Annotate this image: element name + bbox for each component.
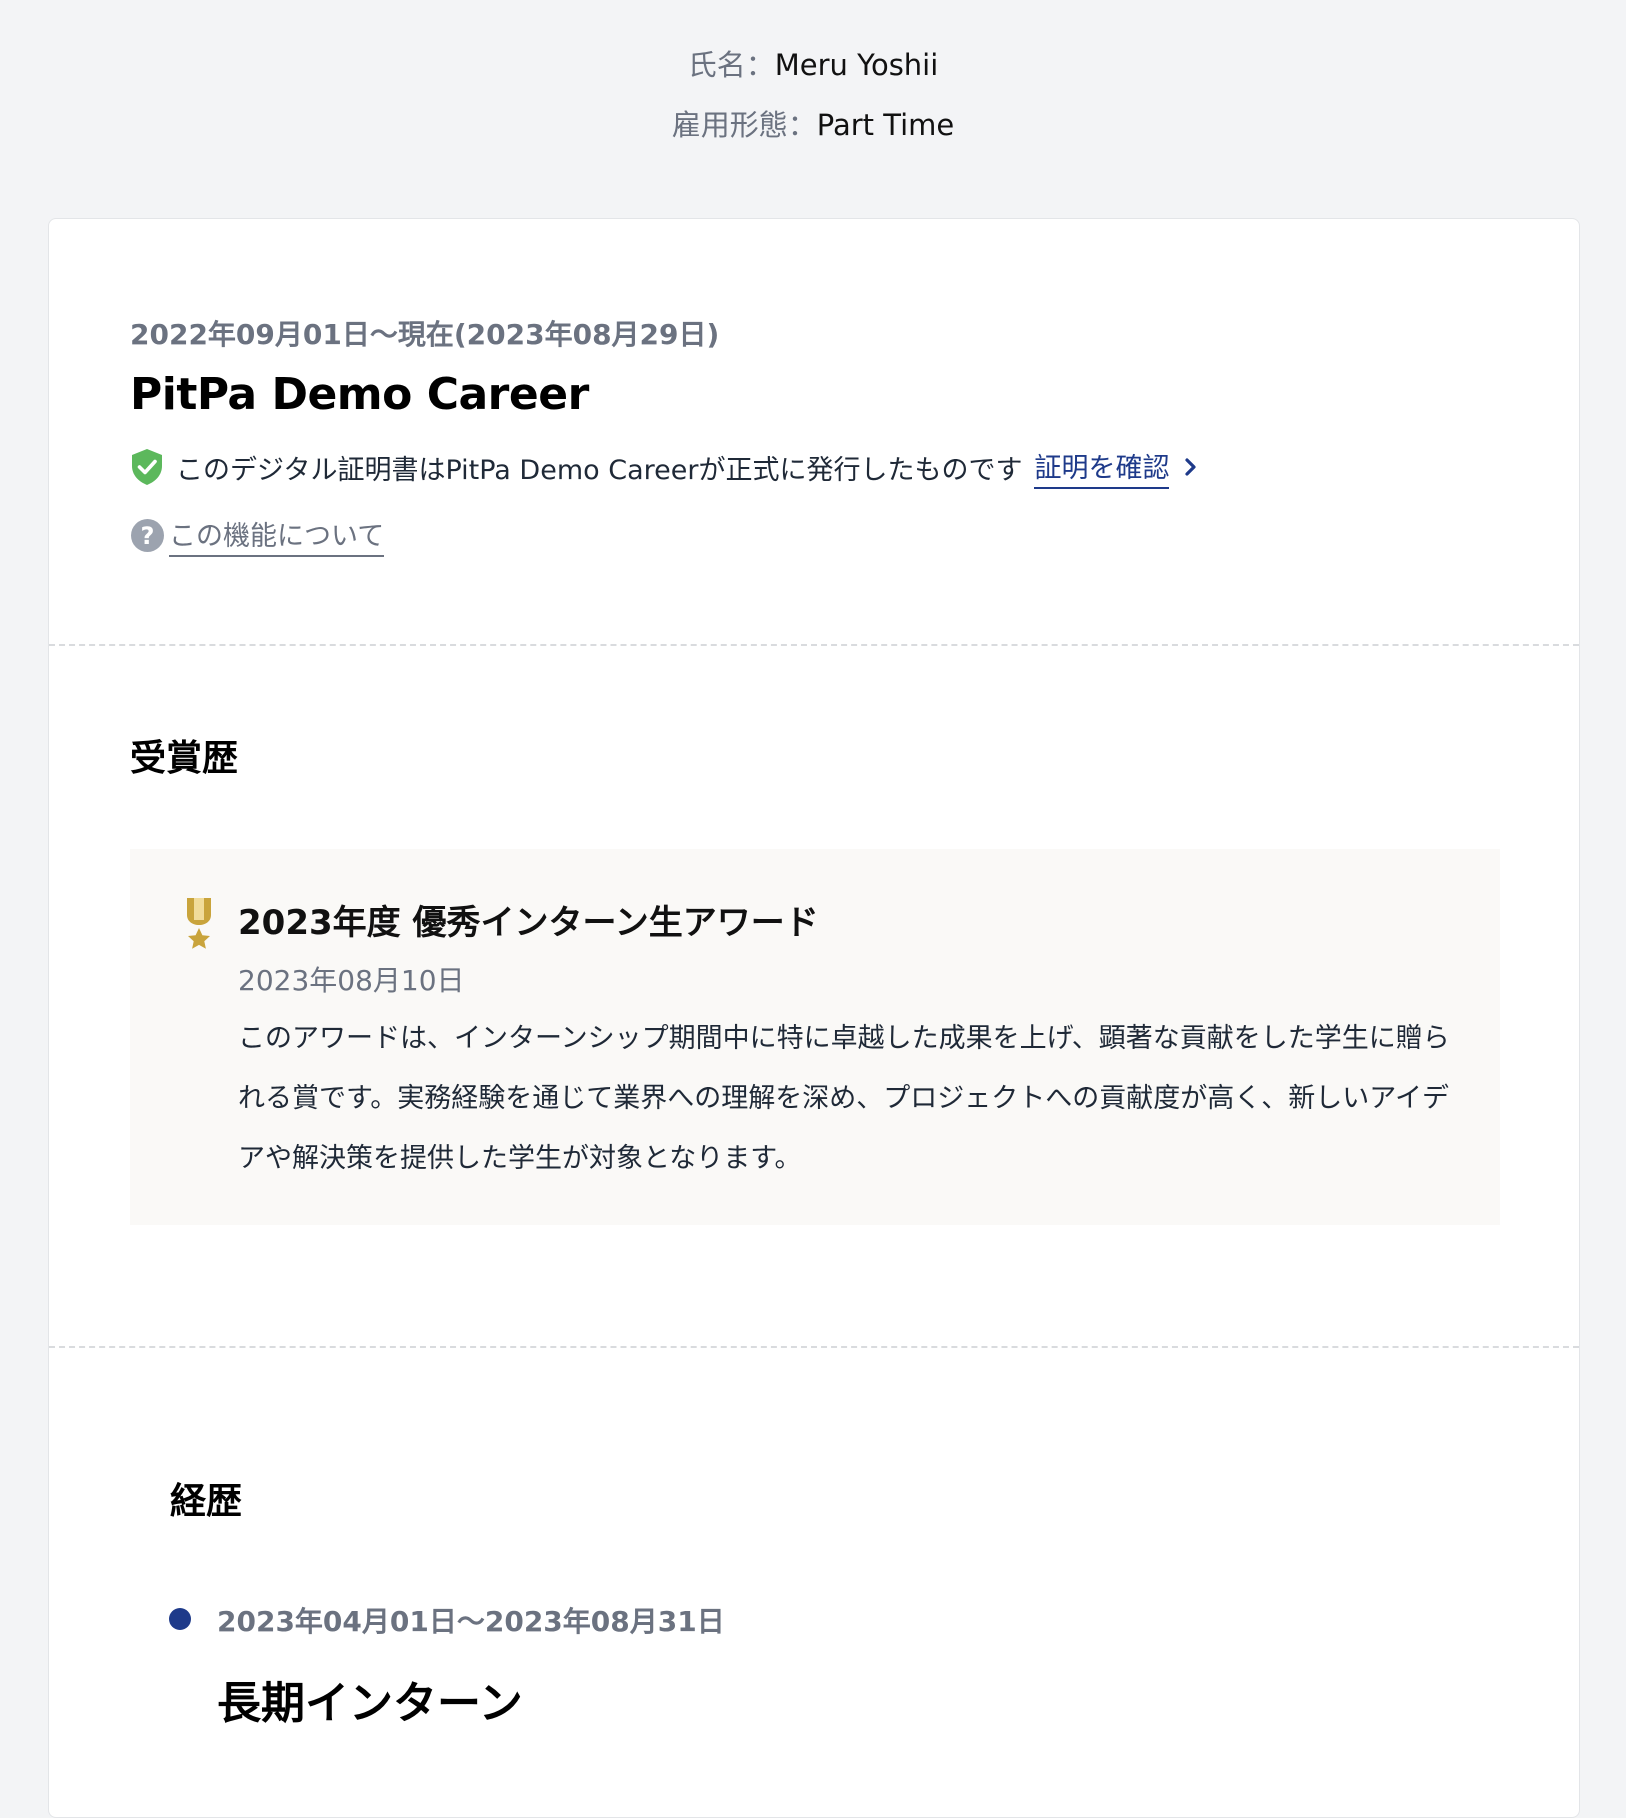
career-heading: 経歴 bbox=[170, 1481, 243, 1522]
award-date: 2023年08月10日 bbox=[238, 964, 465, 997]
profile-employment-row: 雇用形態：Part Time bbox=[0, 108, 1626, 142]
award-description: このアワードは、インターンシップ期間中に特に卓越した成果を上げ、顕著な貢献をした… bbox=[238, 1023, 1450, 1174]
award-title: 2023年度 優秀インターン生アワード bbox=[238, 903, 819, 943]
chevron-right-icon[interactable] bbox=[1183, 456, 1199, 478]
name-value: Meru Yoshii bbox=[774, 48, 939, 82]
awards-heading: 受賞歴 bbox=[130, 738, 239, 779]
timeline-dot-icon bbox=[169, 1608, 191, 1630]
verification-text: このデジタル証明書はPitPa Demo Careerが正式に発行したものです bbox=[176, 454, 1023, 486]
about-feature-link[interactable]: この機能について bbox=[169, 514, 385, 557]
verification-row: このデジタル証明書はPitPa Demo Careerが正式に発行したものです … bbox=[130, 446, 1199, 489]
award-item: 2023年度 優秀インターン生アワード 2023年08月10日 このアワードは、… bbox=[130, 849, 1500, 1225]
medal-icon bbox=[184, 897, 214, 949]
profile-name-row: 氏名：Meru Yoshii bbox=[0, 48, 1626, 82]
question-circle-icon: ? bbox=[130, 518, 165, 553]
shield-check-icon bbox=[130, 448, 164, 486]
section-divider bbox=[49, 644, 1579, 646]
company-name: PitPa Demo Career bbox=[130, 369, 589, 420]
section-divider bbox=[49, 1346, 1579, 1348]
career-title: 長期インターン bbox=[217, 1678, 523, 1729]
career-period: 2023年04月01日〜2023年08月31日 bbox=[217, 1605, 725, 1638]
employment-label: 雇用形態： bbox=[671, 108, 817, 142]
verify-certificate-link[interactable]: 証明を確認 bbox=[1034, 446, 1170, 489]
profile-header: 氏名：Meru Yoshii 雇用形態：Part Time bbox=[0, 48, 1626, 168]
svg-text:?: ? bbox=[141, 522, 155, 550]
certificate-period: 2022年09月01日〜現在(2023年08月29日) bbox=[130, 318, 720, 351]
employment-value: Part Time bbox=[816, 108, 955, 142]
about-feature-row: ? この機能について bbox=[130, 514, 385, 557]
career-certificate-card: 2022年09月01日〜現在(2023年08月29日) PitPa Demo C… bbox=[48, 218, 1580, 1818]
name-label: 氏名： bbox=[687, 48, 775, 82]
